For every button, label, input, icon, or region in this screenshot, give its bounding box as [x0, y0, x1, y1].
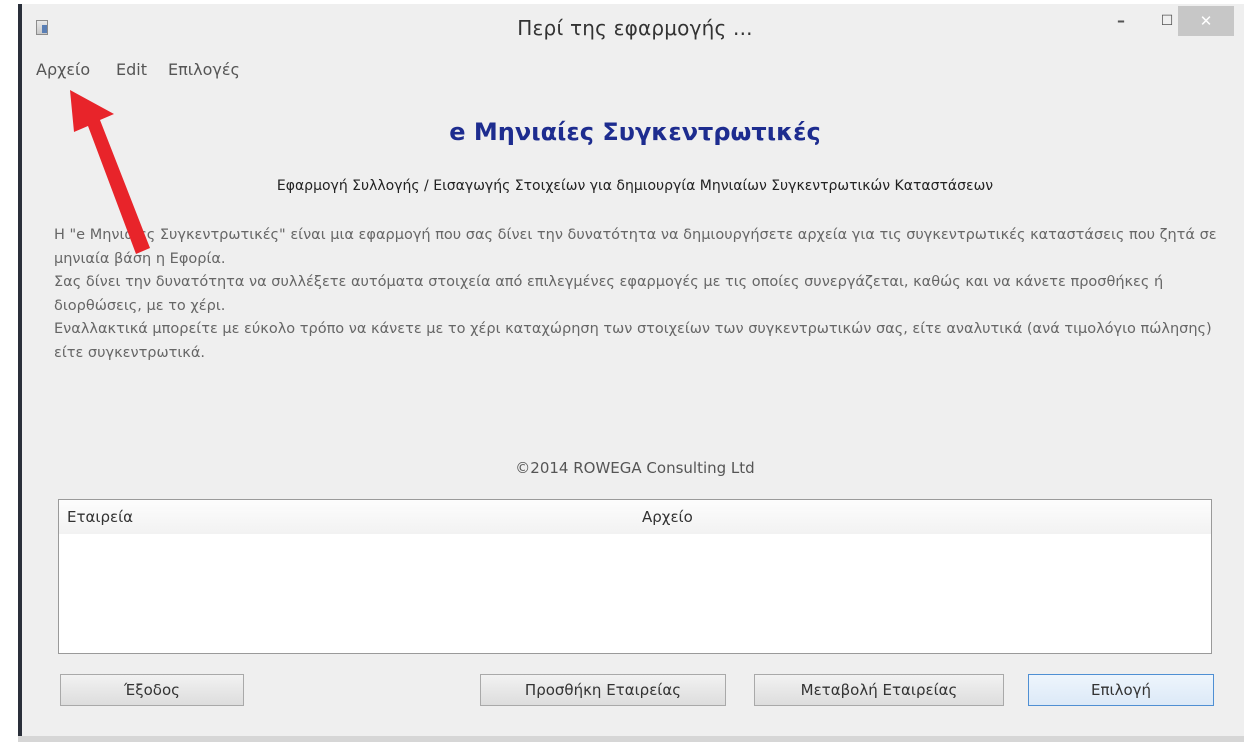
minimize-button[interactable]: – [1098, 6, 1144, 36]
window-title: Περί της εφαρμογής ... [517, 16, 753, 40]
menu-item-edit[interactable]: Edit [116, 60, 147, 79]
companies-list[interactable]: Εταιρεία Αρχείο [58, 499, 1212, 654]
about-window: Περί της εφαρμογής ... – ☐ ✕ Αρχείο Edit… [18, 4, 1244, 738]
column-header-company[interactable]: Εταιρεία [67, 508, 133, 526]
description-paragraph: Εναλλακτικά μπορείτε με εύκολο τρόπο να … [54, 321, 1212, 361]
add-company-button[interactable]: Προσθήκη Εταιρείας [480, 674, 726, 706]
column-header-file[interactable]: Αρχείο [642, 508, 693, 526]
description-paragraph: Η "e Μηνιαίες Συγκεντρωτικές" είναι μια … [54, 227, 1217, 267]
app-heading: e Μηνιαίες Συγκεντρωτικές [449, 118, 821, 146]
change-company-button[interactable]: Μεταβολή Εταιρείας [754, 674, 1004, 706]
app-description: Η "e Μηνιαίες Συγκεντρωτικές" είναι μια … [54, 224, 1224, 365]
close-button[interactable]: ✕ [1178, 6, 1234, 36]
copyright-text: ©2014 ROWEGA Consulting Ltd [515, 459, 755, 477]
menu-item-options[interactable]: Επιλογές [168, 60, 240, 79]
window-frame-bottom [18, 736, 1244, 742]
menu-item-file[interactable]: Αρχείο [36, 60, 90, 79]
exit-button[interactable]: Έξοδος [60, 674, 244, 706]
select-button[interactable]: Επιλογή [1028, 674, 1214, 706]
description-paragraph: Σας δίνει την δυνατότητα να συλλέξετε αυ… [54, 274, 1164, 314]
menu-bar: Αρχείο Edit Επιλογές [22, 56, 1244, 86]
title-bar[interactable]: Περί της εφαρμογής ... – ☐ ✕ [22, 4, 1244, 48]
list-header: Εταιρεία Αρχείο [59, 500, 1211, 534]
app-subtitle: Εφαρμογή Συλλογής / Εισαγωγής Στοιχείων … [276, 178, 994, 194]
